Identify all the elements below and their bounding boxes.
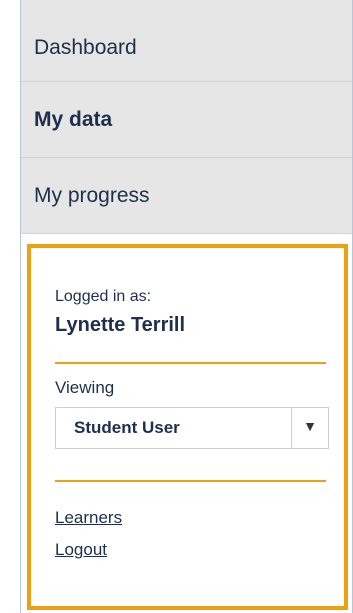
user-panel: Logged in as: Lynette Terrill Viewing St…: [27, 244, 348, 610]
viewing-label: Viewing: [55, 378, 115, 397]
divider: [55, 480, 326, 482]
caret-down-icon: ▼: [303, 418, 317, 434]
logged-in-label: Logged in as:: [55, 288, 152, 305]
sidebar-nav: Dashboard My data My progress: [21, 0, 352, 234]
user-name: Lynette Terrill: [55, 314, 186, 336]
divider: [55, 362, 326, 364]
nav-item-dashboard[interactable]: Dashboard: [21, 0, 352, 82]
nav-item-my-data[interactable]: My data: [21, 82, 352, 158]
nav-item-label: My progress: [34, 183, 150, 207]
nav-item-label: My data: [34, 107, 113, 131]
logout-link[interactable]: Logout: [55, 540, 326, 560]
nav-item-label: Dashboard: [34, 36, 137, 59]
learners-link[interactable]: Learners: [55, 508, 326, 528]
nav-item-my-progress[interactable]: My progress: [21, 158, 352, 234]
select-separator: [291, 408, 292, 448]
viewing-select-value: Student User: [74, 418, 180, 437]
viewing-select[interactable]: Student User ▼: [55, 407, 329, 449]
sidebar: Dashboard My data My progress Logged in …: [20, 0, 353, 613]
